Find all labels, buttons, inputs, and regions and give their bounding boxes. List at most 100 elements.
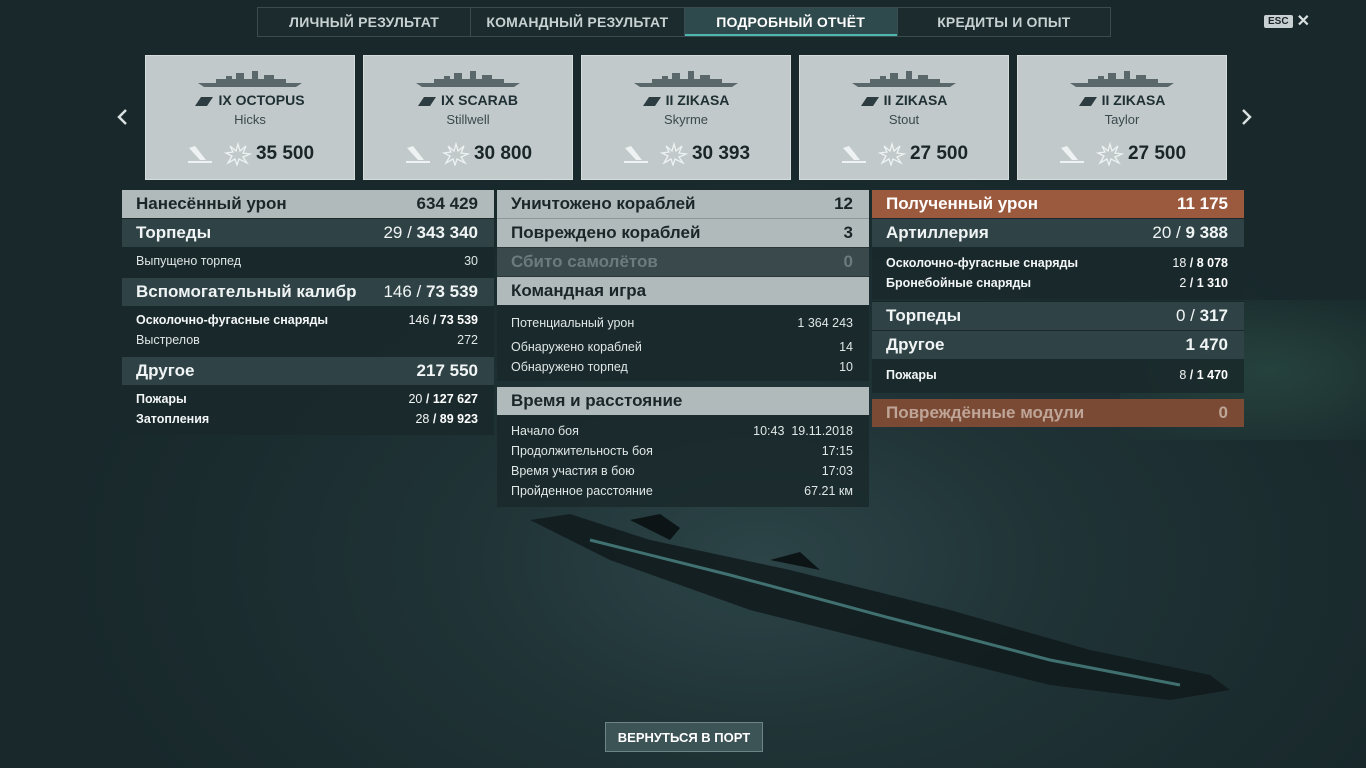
carousel-next-button[interactable] bbox=[1237, 104, 1257, 130]
row-value: 10 bbox=[839, 360, 853, 374]
row-value: 1 364 243 bbox=[797, 316, 853, 330]
tab-team-result[interactable]: КОМАНДНЫЙ РЕЗУЛЬТАТ bbox=[471, 8, 685, 36]
list-item: Начало боя 10:43 19.11.2018 bbox=[511, 421, 853, 441]
row-label: Выстрелов bbox=[136, 333, 200, 347]
row-hits: 146 bbox=[408, 313, 430, 327]
list-item: Потенциальный урон 1 364 243 bbox=[511, 313, 853, 333]
ships-destroyed-label: Уничтожено кораблей bbox=[511, 194, 696, 213]
secondary-damage: 73 539 bbox=[426, 282, 478, 301]
ship-card[interactable]: II ZIKASA Skyrme 30 393 bbox=[581, 55, 791, 180]
secondary-label: Вспомогательный калибр bbox=[136, 282, 357, 301]
other-dealt-header: Другое 217 550 bbox=[122, 356, 494, 385]
list-item: Обнаружено торпед 10 bbox=[511, 357, 853, 377]
row-label: Осколочно-фугасные снаряды bbox=[886, 256, 1079, 270]
ship-silhouette-icon bbox=[1070, 71, 1174, 87]
return-to-port-button[interactable]: ВЕРНУТЬСЯ В ПОРТ bbox=[605, 722, 763, 752]
row-value: 67.21 км bbox=[804, 484, 853, 498]
other-received-header: Другое 1 470 bbox=[872, 330, 1244, 359]
row-label: Время участия в бою bbox=[511, 464, 635, 478]
damage-received-panel: Полученный урон 11 175 Артиллерия 20 / 9… bbox=[872, 190, 1244, 427]
list-item: Затопления 28 / 89 923 bbox=[136, 412, 478, 426]
row-hits: 28 bbox=[415, 412, 430, 426]
ship-name-text: IX OCTOPUS bbox=[218, 92, 305, 108]
row-hits: 18 bbox=[1172, 256, 1187, 270]
torpedoes-received-damage: 317 bbox=[1199, 306, 1228, 325]
ship-name-text: IX SCARAB bbox=[440, 92, 518, 108]
row-hits: 2 bbox=[1179, 276, 1187, 290]
damage-dealt-total: 634 429 bbox=[416, 194, 478, 213]
damage-score: 30 393 bbox=[691, 143, 751, 164]
artillery-label: Артиллерия bbox=[886, 223, 989, 242]
ship-card[interactable]: IX OCTOPUS Hicks 35 500 bbox=[145, 55, 355, 180]
ship-class-icon bbox=[195, 96, 214, 106]
time-distance-details: Начало боя 10:43 19.11.2018 Продолжитель… bbox=[497, 415, 869, 507]
ship-name: II ZIKASA bbox=[800, 92, 1008, 108]
row-value: 8 078 bbox=[1196, 256, 1228, 270]
explosion-icon bbox=[1095, 142, 1124, 166]
tab-credits-xp[interactable]: КРЕДИТЫ И ОПЫТ bbox=[898, 8, 1110, 36]
chevron-right-icon bbox=[1242, 109, 1252, 125]
ship-card[interactable]: II ZIKASA Stout 27 500 bbox=[799, 55, 1009, 180]
row-value: 73 539 bbox=[439, 313, 478, 327]
damage-dealt-panel: Нанесённый урон 634 429 Торпеды 29 / 343… bbox=[122, 190, 494, 435]
ship-card[interactable]: IX SCARAB Stillwell 30 800 bbox=[363, 55, 573, 180]
player-name: Hicks bbox=[234, 112, 266, 127]
damage-received-total: 11 175 bbox=[1176, 194, 1228, 213]
card-score-row: 27 500 bbox=[800, 142, 1008, 166]
damage-dealt-title: Нанесённый урон bbox=[136, 194, 287, 213]
torpedo-hits: 29 bbox=[383, 223, 403, 242]
row-value: 30 bbox=[464, 254, 478, 268]
list-item: Выстрелов 272 bbox=[136, 330, 478, 350]
list-item: Выпущено торпед 30 bbox=[136, 251, 478, 271]
row-label: Пожары bbox=[136, 392, 187, 406]
row-hits: 8 bbox=[1179, 368, 1187, 382]
row-label: Затопления bbox=[136, 412, 210, 426]
ship-silhouette-icon bbox=[852, 71, 956, 87]
chevron-left-icon bbox=[117, 109, 127, 125]
damage-received-header: Полученный урон 11 175 bbox=[872, 190, 1244, 218]
planes-shot-value: 0 bbox=[843, 252, 853, 271]
ship-silhouette-icon bbox=[634, 71, 738, 87]
row-label: Начало боя bbox=[511, 424, 579, 438]
damage-dealt-header: Нанесённый урон 634 429 bbox=[122, 190, 494, 218]
artillery-header: Артиллерия 20 / 9 388 bbox=[872, 218, 1244, 247]
torpedoes-received-label: Торпеды bbox=[886, 306, 962, 325]
ship-name: IX SCARAB bbox=[364, 92, 572, 108]
artillery-damage: 9 388 bbox=[1185, 223, 1228, 242]
carousel-prev-button[interactable] bbox=[112, 104, 132, 130]
torpedoes-received-header: Торпеды 0 / 317 bbox=[872, 301, 1244, 330]
card-score-row: 30 393 bbox=[582, 142, 790, 166]
card-score-row: 27 500 bbox=[1018, 142, 1226, 166]
tab-detailed-report[interactable]: ПОДРОБНЫЙ ОТЧЁТ bbox=[684, 8, 898, 36]
close-button[interactable]: ESC ✕ bbox=[1264, 11, 1310, 31]
secondary-battery-header: Вспомогательный калибр 146 / 73 539 bbox=[122, 277, 494, 306]
time-distance-title: Время и расстояние bbox=[511, 391, 683, 410]
row-label: Бронебойные снаряды bbox=[886, 276, 1032, 290]
row-value: 127 627 bbox=[432, 392, 478, 406]
torpedoes-details: Выпущено торпед 30 bbox=[122, 247, 494, 277]
close-icon: ✕ bbox=[1296, 13, 1310, 30]
list-item: Время участия в бою 17:03 bbox=[511, 461, 853, 481]
damaged-modules-value: 0 bbox=[1218, 403, 1228, 422]
damaged-modules-label: Повреждённые модули bbox=[886, 403, 1085, 422]
row-label: Обнаружено кораблей bbox=[511, 340, 642, 354]
row-label: Обнаружено торпед bbox=[511, 360, 628, 374]
list-item: Пожары 8 / 1 470 bbox=[886, 368, 1228, 382]
secondary-details: Осколочно-фугасные снаряды 146 / 73 539 … bbox=[122, 306, 494, 356]
explosion-icon bbox=[441, 142, 470, 166]
battle-stats-panel: Уничтожено кораблей 12 Повреждено корабл… bbox=[497, 190, 869, 507]
other-damage: 217 550 bbox=[416, 361, 478, 380]
player-name: Skyrme bbox=[663, 112, 709, 127]
list-item: Обнаружено кораблей 14 bbox=[511, 337, 853, 357]
ship-name: II ZIKASA bbox=[582, 92, 790, 108]
ship-card[interactable]: II ZIKASA Taylor 27 500 bbox=[1017, 55, 1227, 180]
card-score-row: 35 500 bbox=[146, 142, 354, 166]
artillery-details: Осколочно-фугасные снаряды 18 / 8 078 Бр… bbox=[872, 247, 1244, 299]
explosion-icon bbox=[659, 142, 688, 166]
player-name: Stillwell bbox=[446, 112, 490, 127]
tab-personal-result[interactable]: ЛИЧНЫЙ РЕЗУЛЬТАТ bbox=[258, 8, 472, 36]
secondary-hits: 146 bbox=[383, 282, 412, 301]
other-received-details: Пожары 8 / 1 470 bbox=[872, 359, 1244, 393]
time-distance-header: Время и расстояние bbox=[497, 387, 869, 415]
ship-class-icon bbox=[417, 96, 436, 106]
